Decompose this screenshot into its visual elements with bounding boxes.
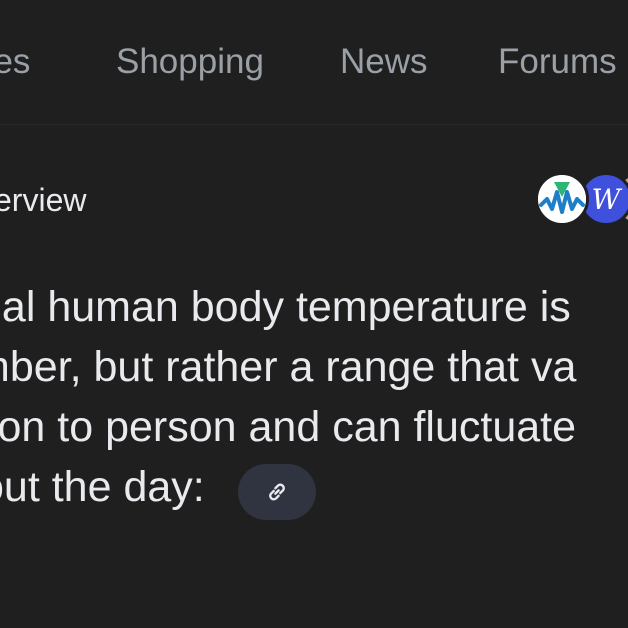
tab-shopping[interactable]: Shopping — [116, 40, 264, 84]
tab-forums[interactable]: Forums — [498, 40, 617, 84]
ai-overview-heading: erview — [0, 182, 87, 218]
source-link-button[interactable] — [238, 464, 316, 520]
search-results-page: ges Shopping News Forums erview W nal hu… — [0, 0, 628, 628]
search-tabs-bar: ges Shopping News Forums — [0, 0, 628, 125]
svg-text:W: W — [592, 183, 623, 216]
body-line: nal human body temperature is — [0, 283, 571, 331]
m-logo-icon[interactable] — [535, 172, 589, 226]
source-avatars[interactable]: W — [535, 170, 628, 232]
tab-news[interactable]: News — [340, 40, 428, 84]
body-line: out the day: — [0, 463, 205, 511]
body-line: mber, but rather a range that va — [0, 343, 577, 391]
body-line: son to person and can fluctuate — [0, 403, 577, 451]
lower-content-cutoff — [0, 612, 628, 628]
tab-images[interactable]: ges — [0, 40, 30, 84]
link-icon — [269, 483, 285, 501]
